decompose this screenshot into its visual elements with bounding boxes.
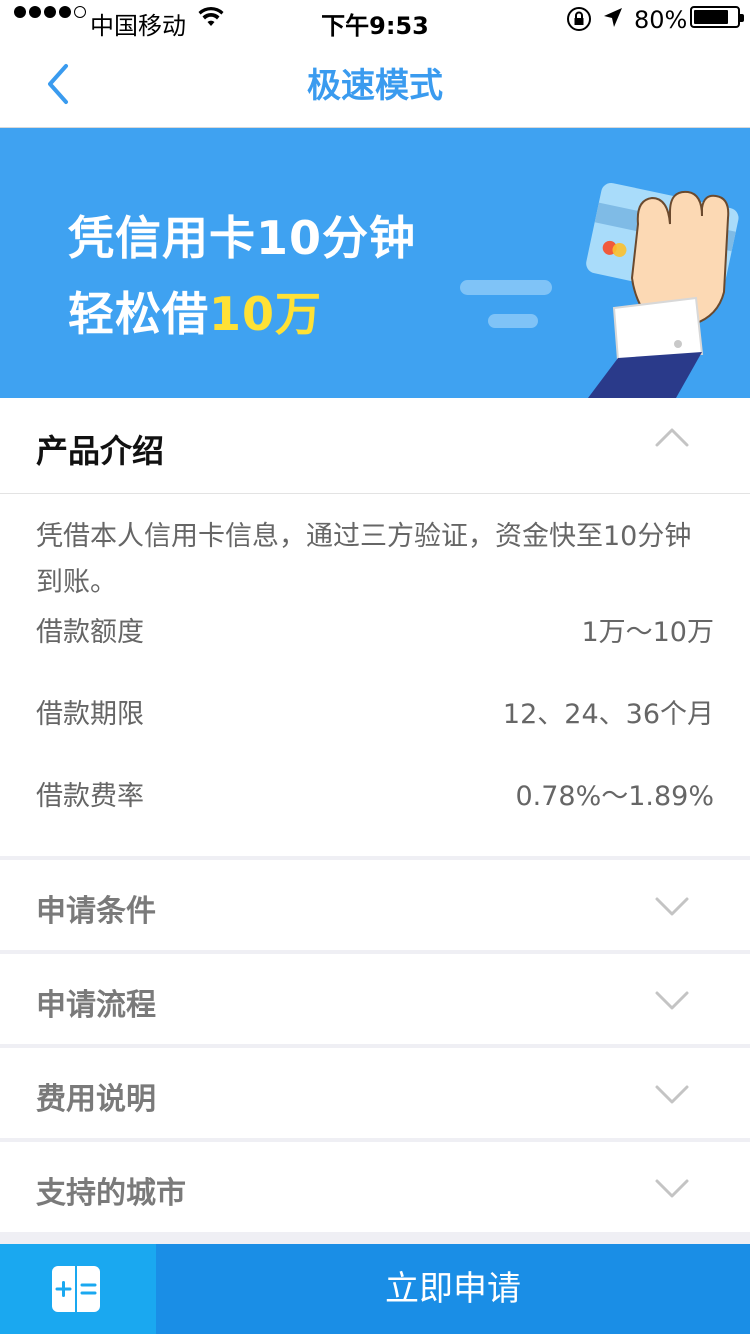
location-arrow-icon [602, 6, 624, 36]
chevron-up-icon [655, 428, 689, 447]
status-bar: 中国移动 下午9:53 80% [0, 0, 750, 40]
product-description: 凭借本人信用卡信息，通过三方验证，资金快至10分钟到账。 [36, 521, 692, 598]
loan-amount-value: 1万～10万 [581, 617, 714, 648]
section-label: 支持的城市 [36, 1176, 186, 1211]
section-application-process[interactable]: 申请流程 [0, 954, 750, 1044]
chevron-down-icon [655, 897, 689, 916]
apply-now-button[interactable]: 立即申请 [156, 1244, 750, 1334]
banner-subheadline-prefix: 轻松借 [68, 287, 209, 341]
page-title: 极速模式 [307, 66, 443, 106]
calculator-button[interactable] [0, 1244, 156, 1334]
battery-percent: 80% [634, 6, 688, 34]
section-application-conditions[interactable]: 申请条件 [0, 860, 750, 950]
loan-term-row: 借款期限 12、24、36个月 [36, 692, 714, 732]
banner-headline: 凭信用卡10分钟 [68, 211, 417, 265]
promo-banner[interactable]: 凭信用卡10分钟 轻松借10万 [0, 128, 750, 398]
section-label: 申请条件 [36, 894, 156, 929]
nav-bar: 极速模式 [0, 40, 750, 128]
loan-rate-label: 借款费率 [36, 781, 144, 812]
calculator-icon [52, 1266, 100, 1312]
hand-holding-card-illustration [460, 182, 739, 398]
loan-rate-row: 借款费率 0.78%～1.89% [36, 774, 714, 814]
battery-icon [690, 6, 744, 28]
chevron-down-icon [655, 991, 689, 1010]
section-supported-cities[interactable]: 支持的城市 [0, 1142, 750, 1232]
product-intro-header[interactable]: 产品介绍 [0, 398, 750, 494]
section-label: 费用说明 [36, 1082, 156, 1117]
banner-subheadline: 轻松借10万 [68, 278, 322, 344]
section-fee-description[interactable]: 费用说明 [0, 1048, 750, 1138]
loan-term-value: 12、24、36个月 [502, 699, 714, 730]
product-intro-panel: 产品介绍 凭借本人信用卡信息，通过三方验证，资金快至10分钟到账。 借款额度 1… [0, 398, 750, 856]
loan-rate-value: 0.78%～1.89% [515, 781, 714, 812]
loan-amount-row: 借款额度 1万～10万 [36, 610, 714, 650]
chevron-down-icon [655, 1085, 689, 1104]
loan-term-label: 借款期限 [36, 699, 144, 730]
banner-highlight-amount: 10万 [209, 287, 323, 341]
loan-amount-label: 借款额度 [36, 617, 144, 648]
product-intro-title: 产品介绍 [36, 432, 165, 470]
orientation-lock-icon [566, 6, 592, 38]
section-label: 申请流程 [36, 988, 156, 1023]
bottom-action-bar: 立即申请 [0, 1244, 750, 1334]
chevron-down-icon [655, 1179, 689, 1198]
